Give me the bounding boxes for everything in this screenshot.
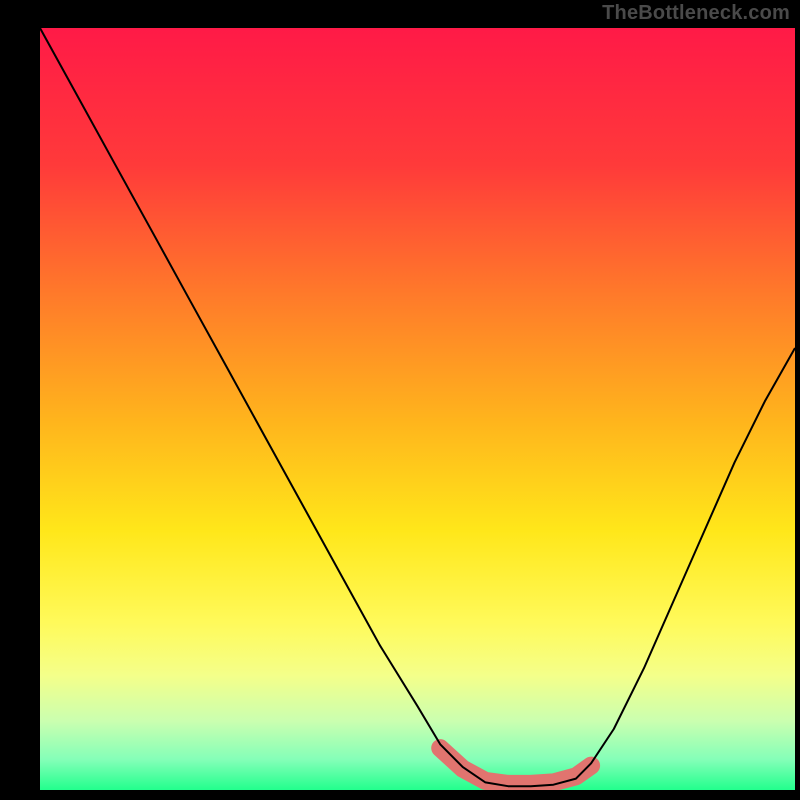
chart-frame: TheBottleneck.com	[0, 0, 800, 800]
watermark-text: TheBottleneck.com	[602, 2, 790, 25]
gradient-background	[40, 28, 795, 790]
bottleneck-chart	[0, 0, 800, 800]
